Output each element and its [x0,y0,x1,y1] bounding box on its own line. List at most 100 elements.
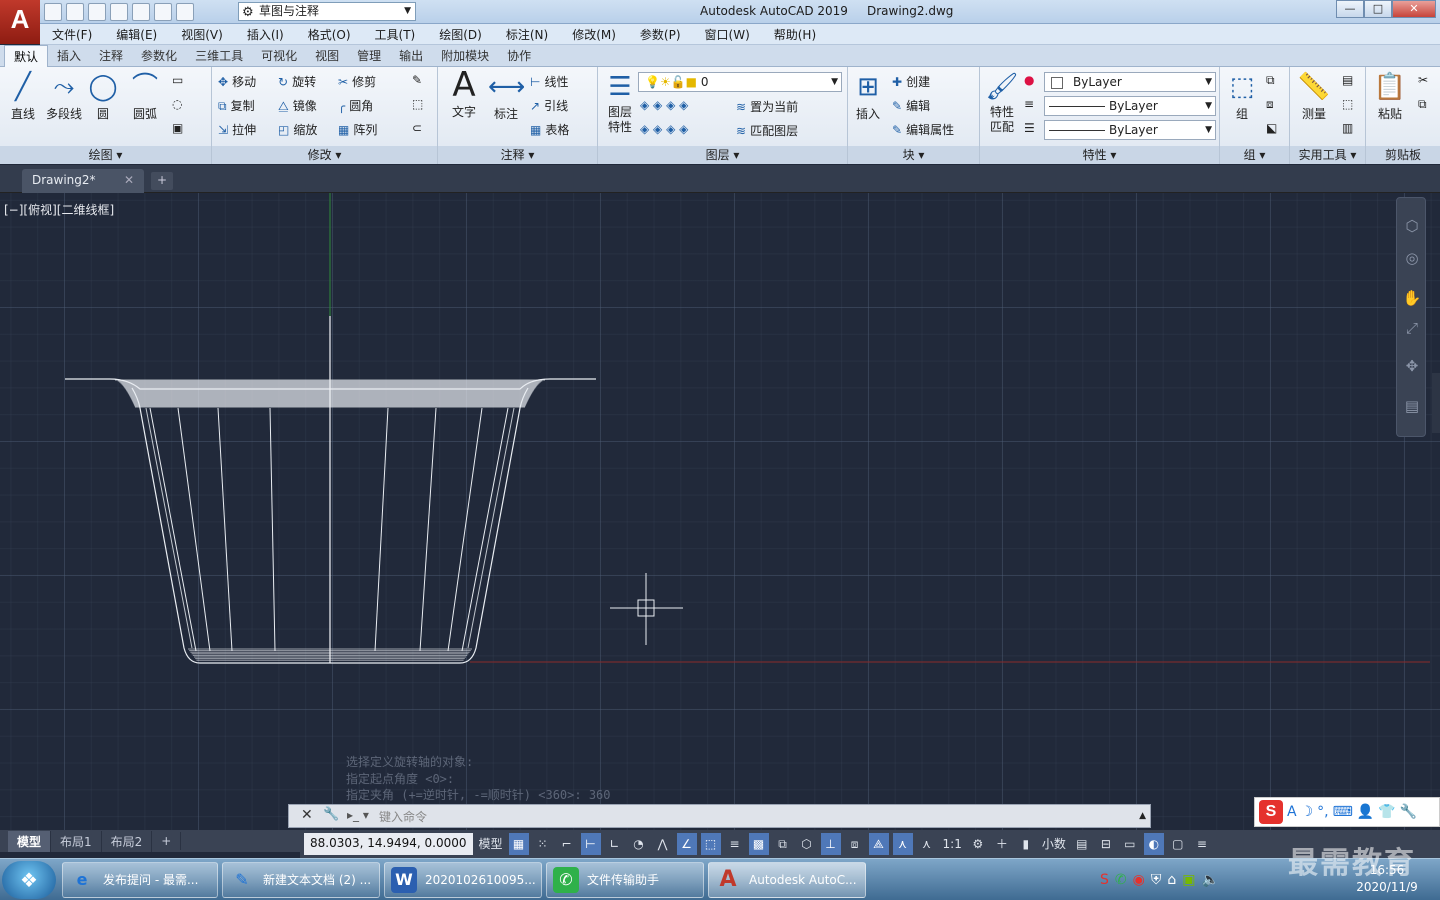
tab-parametric[interactable]: 参数化 [132,45,186,66]
print-icon[interactable] [132,3,150,21]
hatch-icon[interactable]: ◌ [172,97,182,111]
close-button[interactable]: ✕ [1392,0,1436,18]
tab-model[interactable]: 模型 [8,830,52,852]
orbit-icon[interactable]: ✥ [1402,356,1422,376]
array-button[interactable]: ▦ 阵列 [338,121,377,138]
edit-attributes-button[interactable]: ✎ 编辑属性 [892,121,954,138]
workspace-select[interactable]: ⚙ 草图与注释 ▼ [238,2,416,21]
close-icon[interactable]: ✕ [301,807,313,823]
wechat-tray-icon[interactable]: ✆ [1115,872,1127,888]
tab-collaborate[interactable]: 协作 [498,45,540,66]
wrench-icon[interactable]: 🔧 [1400,804,1417,820]
tab-default[interactable]: 默认 [4,44,49,67]
match-layer-button[interactable]: ≋ 匹配图层 [736,122,798,139]
menu-modify[interactable]: 修改(M) [560,26,628,43]
taskbar-item[interactable]: ✎ 新建文本文档 (2) ... [222,862,380,898]
taskbar-item[interactable]: A Autodesk AutoC... [708,862,866,898]
ime-mode-icon[interactable]: A [1287,804,1297,820]
command-prompt-icon[interactable]: ▸_ ▾ [347,808,369,822]
menu-file[interactable]: 文件(F) [40,26,104,43]
group-edit-icon[interactable]: ⧈ [1266,97,1274,112]
menu-parametric[interactable]: 参数(P) [628,26,693,43]
save-icon[interactable] [88,3,106,21]
steering-wheel-icon[interactable]: ◎ [1402,248,1422,268]
clean-screen-icon[interactable]: ▢ [1168,833,1188,855]
punctuation-icon[interactable]: °, [1317,804,1328,820]
undo-icon[interactable] [154,3,172,21]
line-button[interactable]: ╱ 直线 [6,71,40,122]
menu-tools[interactable]: 工具(T) [363,26,428,43]
customization-icon[interactable]: ≡ [1192,833,1212,855]
dynamic-input-icon[interactable]: ⊢ [580,833,601,855]
maximize-button[interactable]: □ [1364,0,1392,18]
annotation-visibility-icon[interactable]: ⟁ [868,833,889,855]
tab-insert[interactable]: 插入 [48,45,90,66]
match-properties-button[interactable]: 🖌 特性 匹配 [984,71,1020,135]
command-input[interactable]: 键入命令 [379,808,427,825]
polar-icon[interactable]: ◔ [629,833,649,855]
linetype-select[interactable]: ByLayer ▼ [1044,120,1216,140]
object-snap-icon[interactable]: ⬚ [700,833,721,855]
copy-clip-icon[interactable]: ⧉ [1418,97,1427,112]
color-select[interactable]: ByLayer ▼ [1044,72,1216,92]
sogou-icon[interactable]: S [1259,800,1283,824]
new-tab-button[interactable]: + [151,172,173,190]
explode-icon[interactable]: ⬚ [412,97,423,111]
set-current-button[interactable]: ≋ 置为当前 [736,98,798,115]
scale-button[interactable]: ◰ 缩放 [278,121,317,138]
paste-button[interactable]: 📋 粘贴 [1370,71,1410,122]
panel-block-title[interactable]: 块 ▾ [848,146,979,164]
tab-visualize[interactable]: 可视化 [252,45,306,66]
rotate-button[interactable]: ↻ 旋转 [278,73,316,90]
taskbar-item[interactable]: W 2020102610095... [384,862,542,898]
coordinates-readout[interactable]: 88.0303, 14.9494, 0.0000 [304,833,473,855]
rectangle-icon[interactable]: ▭ [172,73,183,87]
autocad-logo-icon[interactable]: A [0,0,40,44]
offset-icon[interactable]: ⊂ [412,121,422,135]
vertical-scrollbar[interactable] [1432,373,1440,433]
annotation-scale-icon[interactable]: ⋏ [892,833,913,855]
tab-annotate[interactable]: 注释 [90,45,132,66]
lineweight-select[interactable]: ByLayer ▼ [1044,96,1216,116]
group-select-icon[interactable]: ⬕ [1266,121,1277,135]
taskbar-item[interactable]: e 发布提问 - 最需... [62,862,218,898]
calculator-icon[interactable]: ▤ [1342,73,1353,87]
taskbar-item[interactable]: ✆ 文件传输助手 [546,862,704,898]
layer-properties-button[interactable]: ☰ 图层 特性 [602,71,638,135]
create-block-button[interactable]: ✚ 创建 [892,73,930,90]
open-icon[interactable] [66,3,84,21]
document-tab[interactable]: Drawing2* ✕ [22,169,144,193]
volume-icon[interactable]: 🔈 [1201,872,1218,888]
quick-properties-icon[interactable]: ▤ [1072,833,1092,855]
tab-view[interactable]: 视图 [306,45,348,66]
panel-layers-title[interactable]: 图层 ▾ [598,146,847,164]
shirt-icon[interactable]: 👕 [1378,804,1395,820]
shield-icon[interactable]: ⛨ [1151,872,1162,888]
minimize-button[interactable]: — [1336,0,1364,18]
group-button[interactable]: ⬚ 组 [1224,71,1260,122]
tab-layout1[interactable]: 布局1 [51,830,102,852]
id-point-icon[interactable]: ▥ [1342,121,1353,135]
redo-icon[interactable] [176,3,194,21]
selection-cycling-icon[interactable]: ⧉ [773,833,793,855]
panel-groups-title[interactable]: 组 ▾ [1220,146,1289,164]
close-icon[interactable]: ✕ [124,169,134,191]
menu-insert[interactable]: 插入(I) [235,26,296,43]
3d-osnap-icon[interactable]: ⬡ [797,833,817,855]
sogou-tray-icon[interactable]: S [1100,872,1109,888]
zoom-extents-icon[interactable]: ⤢ [1402,318,1422,338]
circle-button[interactable]: ◯ 圆 [88,71,118,122]
menu-dimension[interactable]: 标注(N) [494,26,560,43]
cut-icon[interactable]: ✂ [1418,73,1428,87]
insert-block-button[interactable]: ⊞ 插入 [850,71,886,122]
annotation-scale-value[interactable]: 1:1 [941,833,964,855]
panel-annotation-title[interactable]: 注释 ▾ [438,146,597,164]
lock-ui-icon[interactable]: ⊟ [1096,833,1116,855]
auto-scale-icon[interactable]: ⋏ [917,833,937,855]
table-button[interactable]: ▦ 表格 [530,121,569,138]
edit-block-button[interactable]: ✎ 编辑 [892,97,930,114]
tab-addins[interactable]: 附加模块 [432,45,498,66]
drawing-canvas[interactable]: [−][俯视][二维线框] ⬡ ◎ ✋ ⤢ ✥ ▤ 选择定义旋转轴的对象: 指定… [0,193,1440,830]
fillet-button[interactable]: ╭ 圆角 [338,97,373,114]
infer-icon[interactable]: ⌐ [557,833,577,855]
